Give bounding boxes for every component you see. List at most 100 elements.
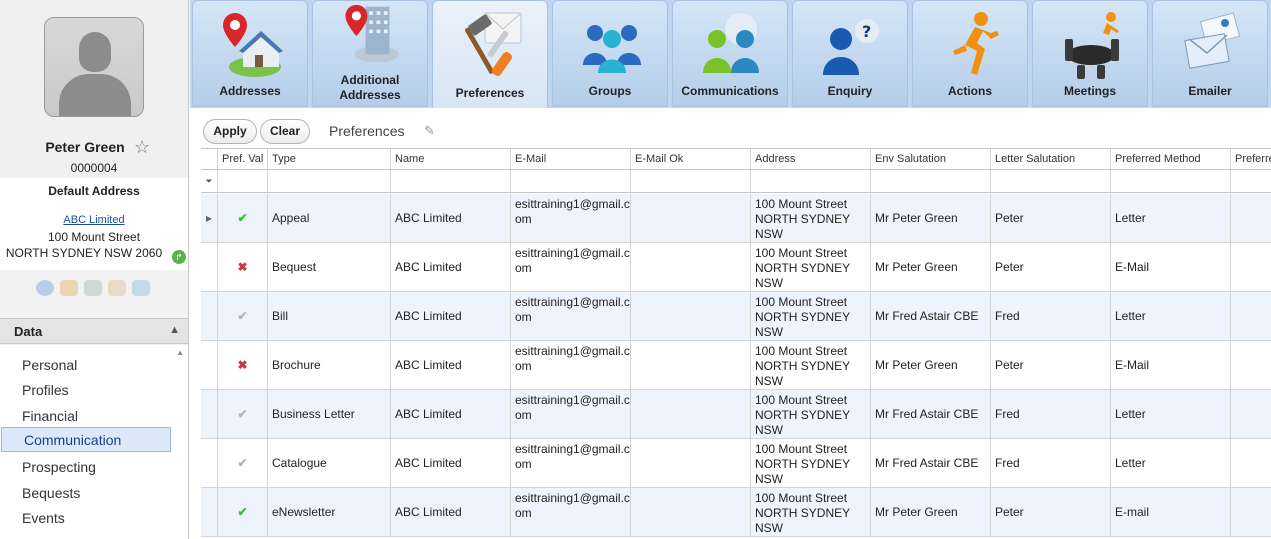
nav-item-personal[interactable]: Personal: [0, 353, 170, 378]
name-cell[interactable]: ABC Limited: [391, 243, 511, 291]
nav-item-bequests[interactable]: Bequests: [0, 481, 170, 506]
address-map-icon[interactable]: ↱: [172, 250, 186, 264]
env-salutation-cell[interactable]: Mr Peter Green: [871, 194, 991, 242]
nav-item-events[interactable]: Events: [0, 506, 170, 531]
filter-cell-address[interactable]: [751, 170, 871, 192]
clear-button[interactable]: Clear: [260, 119, 310, 144]
table-row[interactable]: ✖ Bequest ABC Limited esittraining1@gmail.c…: [201, 243, 1271, 292]
edit-pencil-icon[interactable]: ✎: [424, 123, 435, 139]
email-ok-cell[interactable]: [631, 488, 751, 536]
filter-cell-preferred-method[interactable]: [1111, 170, 1231, 192]
table-row[interactable]: ✔ Business Letter ABC Limited esittraining1…: [201, 390, 1271, 439]
filter-cell-pref-val[interactable]: [218, 170, 268, 192]
env-salutation-cell[interactable]: Mr Fred Astair CBE: [871, 439, 991, 487]
pref-val-cell[interactable]: ✖: [218, 341, 268, 389]
row-indicator[interactable]: [201, 488, 218, 536]
env-salutation-cell[interactable]: Mr Peter Green: [871, 243, 991, 291]
letter-salutation-cell[interactable]: Fred: [991, 390, 1111, 438]
preferred-extra-cell[interactable]: [1231, 243, 1271, 291]
name-cell[interactable]: ABC Limited: [391, 194, 511, 242]
pref-val-cell[interactable]: ✖: [218, 243, 268, 291]
type-cell[interactable]: Catalogue: [268, 439, 391, 487]
preferred-extra-cell[interactable]: [1231, 439, 1271, 487]
email-cell[interactable]: esittraining1@gmail.com: [511, 243, 631, 291]
preferred-method-cell[interactable]: Letter: [1111, 439, 1231, 487]
letter-salutation-cell[interactable]: Fred: [991, 292, 1111, 340]
preferred-extra-cell[interactable]: [1231, 341, 1271, 389]
current-row-arrow-icon[interactable]: ▸: [201, 194, 218, 242]
group-status-icon[interactable]: [132, 280, 150, 296]
row-indicator[interactable]: [201, 390, 218, 438]
filter-cell-email[interactable]: [511, 170, 631, 192]
nav-item-financial[interactable]: Financial: [0, 404, 170, 429]
collapse-caret-icon[interactable]: ▲: [169, 324, 180, 336]
address-cell[interactable]: 100 Mount Street NORTH SYDNEY NSW 2060: [751, 243, 871, 291]
letter-salutation-cell[interactable]: Peter: [991, 488, 1111, 536]
preferred-method-cell[interactable]: Letter: [1111, 390, 1231, 438]
nav-item-prospecting[interactable]: Prospecting: [0, 455, 170, 480]
email-ok-cell[interactable]: [631, 341, 751, 389]
type-cell[interactable]: Brochure: [268, 341, 391, 389]
preferred-extra-cell[interactable]: [1231, 292, 1271, 340]
name-cell[interactable]: ABC Limited: [391, 390, 511, 438]
pref-val-cell[interactable]: ✔: [218, 194, 268, 242]
column-header-env-salutation[interactable]: Env Salutation: [871, 149, 991, 169]
row-indicator[interactable]: [201, 439, 218, 487]
letter-salutation-cell[interactable]: Peter: [991, 194, 1111, 242]
env-salutation-cell[interactable]: Mr Fred Astair CBE: [871, 292, 991, 340]
email-ok-cell[interactable]: [631, 292, 751, 340]
address-cell[interactable]: 100 Mount Street NORTH SYDNEY NSW 2060: [751, 292, 871, 340]
address-cell[interactable]: 100 Mount Street NORTH SYDNEY NSW 2060: [751, 194, 871, 242]
name-cell[interactable]: ABC Limited: [391, 292, 511, 340]
address-cell[interactable]: 100 Mount Street NORTH SYDNEY NSW 2060: [751, 341, 871, 389]
tab-addresses[interactable]: Addresses: [192, 0, 308, 107]
filter-cell-type[interactable]: [268, 170, 391, 192]
type-cell[interactable]: Appeal: [268, 194, 391, 242]
email-ok-cell[interactable]: [631, 243, 751, 291]
pref-val-cell[interactable]: ✔: [218, 292, 268, 340]
tab-additional-addresses[interactable]: Additional Addresses: [312, 0, 428, 107]
email-cell[interactable]: esittraining1@gmail.com: [511, 194, 631, 242]
table-row[interactable]: ✔ Bill ABC Limited esittraining1@gmail.com 1…: [201, 292, 1271, 341]
name-cell[interactable]: ABC Limited: [391, 439, 511, 487]
nav-item-profiles[interactable]: Profiles: [0, 378, 170, 403]
filter-cell-env-salutation[interactable]: [871, 170, 991, 192]
column-header-type[interactable]: Type: [268, 149, 391, 169]
tab-preferences[interactable]: Preferences: [432, 0, 548, 108]
letter-salutation-cell[interactable]: Peter: [991, 341, 1111, 389]
type-cell[interactable]: Bill: [268, 292, 391, 340]
column-header-email-ok[interactable]: E-Mail Ok: [631, 149, 751, 169]
table-row[interactable]: ✔ eNewsletter ABC Limited esittraining1@gma…: [201, 488, 1271, 537]
preferred-method-cell[interactable]: Letter: [1111, 194, 1231, 242]
tab-actions[interactable]: Actions: [912, 0, 1028, 107]
preferred-method-cell[interactable]: E-mail: [1111, 488, 1231, 536]
tab-meetings[interactable]: Meetings: [1032, 0, 1148, 107]
favourite-star-icon[interactable]: ☆: [134, 137, 150, 158]
letter-salutation-cell[interactable]: Fred: [991, 439, 1111, 487]
person-status-icon[interactable]: [36, 280, 54, 296]
scroll-up-icon[interactable]: ▲: [176, 348, 184, 357]
table-row[interactable]: ▸ ✔ Appeal ABC Limited esittraining1@gmail.c…: [201, 194, 1271, 243]
email-ok-cell[interactable]: [631, 439, 751, 487]
column-header-letter-salutation[interactable]: Letter Salutation: [991, 149, 1111, 169]
type-cell[interactable]: Business Letter: [268, 390, 391, 438]
row-indicator[interactable]: [201, 292, 218, 340]
column-header-email[interactable]: E-Mail: [511, 149, 631, 169]
filter-cell-email-ok[interactable]: [631, 170, 751, 192]
link-status-icon[interactable]: [84, 280, 102, 296]
email-cell[interactable]: esittraining1@gmail.com: [511, 439, 631, 487]
email-ok-cell[interactable]: [631, 390, 751, 438]
company-link[interactable]: ABC Limited: [0, 214, 188, 226]
preferred-method-cell[interactable]: E-Mail: [1111, 341, 1231, 389]
env-salutation-cell[interactable]: Mr Peter Green: [871, 488, 991, 536]
preferred-method-cell[interactable]: Letter: [1111, 292, 1231, 340]
type-cell[interactable]: Bequest: [268, 243, 391, 291]
column-header-name[interactable]: Name: [391, 149, 511, 169]
row-indicator[interactable]: [201, 341, 218, 389]
column-header-preferred-extra[interactable]: Preferre: [1231, 149, 1271, 169]
tab-emailer[interactable]: Emailer: [1152, 0, 1268, 107]
warning-status-icon[interactable]: [60, 280, 78, 296]
name-cell[interactable]: ABC Limited: [391, 341, 511, 389]
preferred-method-cell[interactable]: E-Mail: [1111, 243, 1231, 291]
preferred-extra-cell[interactable]: [1231, 194, 1271, 242]
